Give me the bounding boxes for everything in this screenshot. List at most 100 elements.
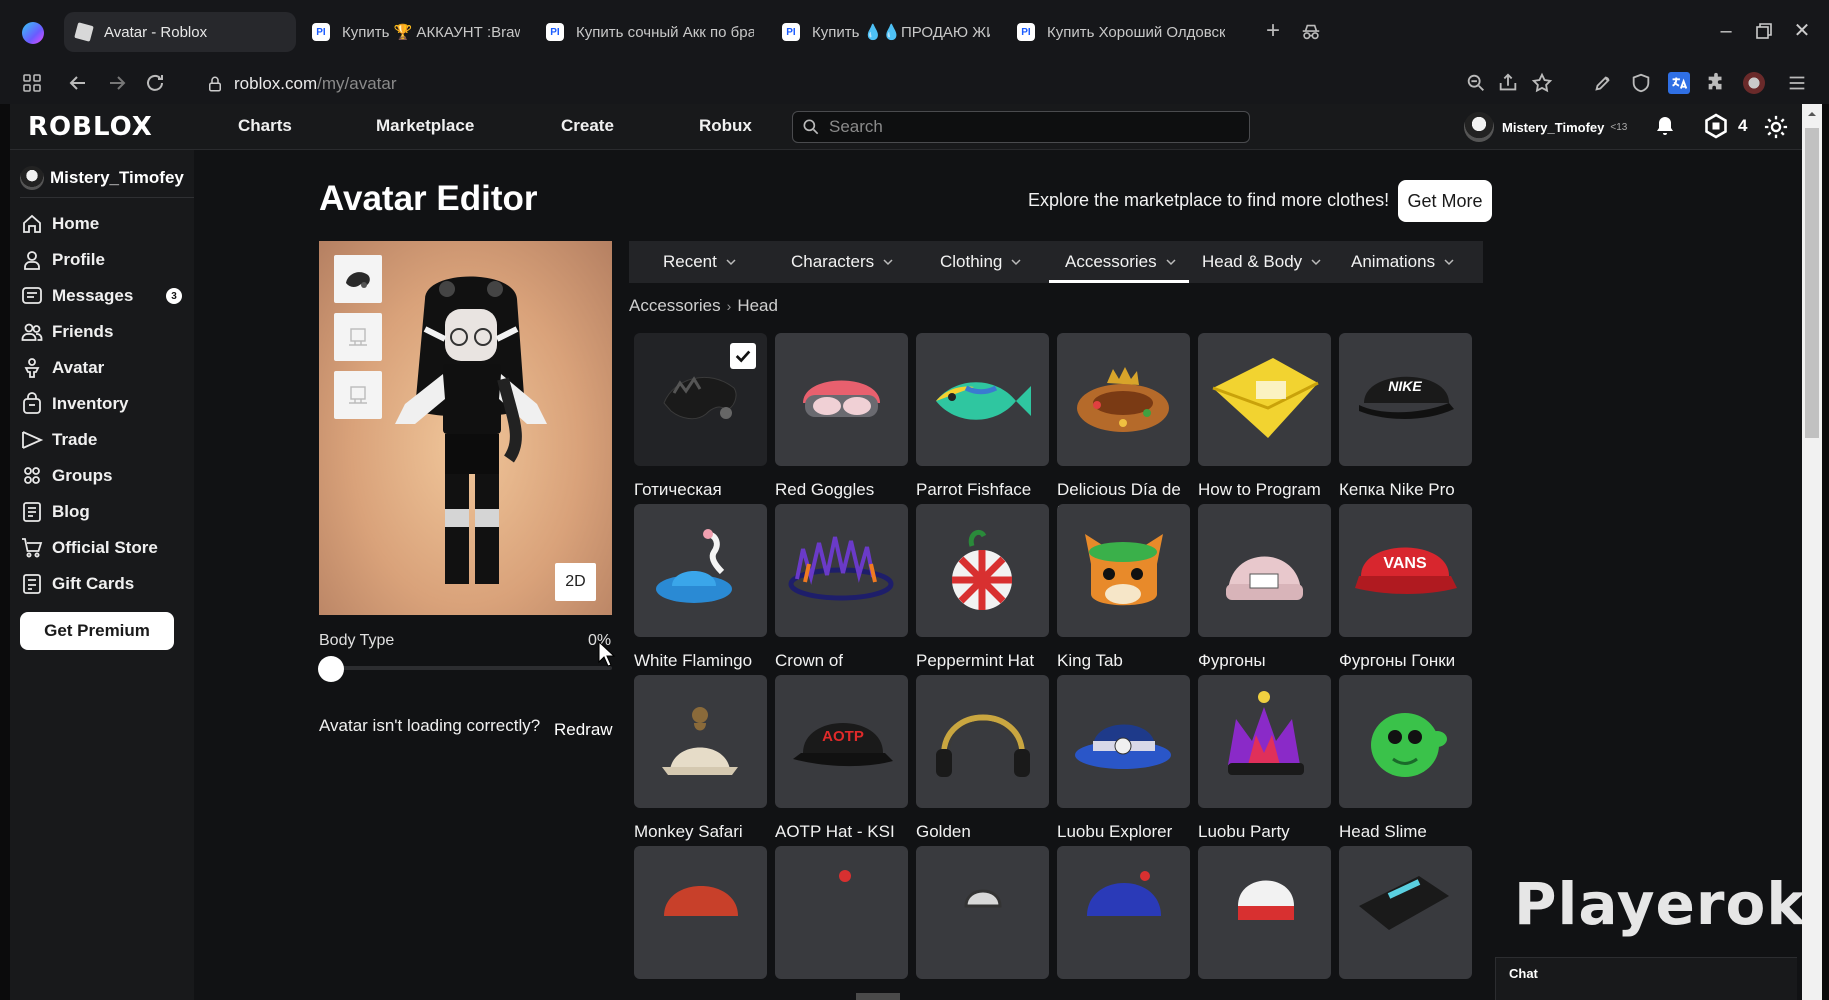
tab-playerok-4[interactable]: PI Купить Хороший Олдовский [1005, 12, 1237, 52]
item-card[interactable]: Head Slime [1339, 675, 1474, 866]
item-card[interactable] [775, 846, 910, 1000]
robux-balance[interactable]: 4 [1702, 112, 1747, 140]
reload-icon[interactable] [143, 71, 167, 95]
body-type-slider-track[interactable] [325, 666, 612, 670]
item-card[interactable] [1057, 846, 1192, 1000]
item-thumbnail [1339, 675, 1472, 808]
profile-avatar-icon[interactable] [1743, 72, 1765, 94]
forward-icon[interactable] [105, 71, 129, 95]
sidebar-item-avatar[interactable]: Avatar [20, 352, 192, 384]
item-grid: Готическая корона эльфов Red Goggles Hel… [634, 333, 1494, 1000]
item-card[interactable]: King Tab [1057, 504, 1192, 695]
nav-marketplace[interactable]: Marketplace [376, 116, 474, 136]
avatar [1464, 112, 1494, 142]
playerok-favicon-icon: PI [782, 23, 800, 41]
minimize-icon[interactable]: – [1713, 18, 1739, 44]
url-field[interactable]: roblox.com/my/avatar [206, 68, 397, 100]
item-card[interactable]: Parrot Fishface [916, 333, 1051, 524]
settings-gear-icon[interactable] [1762, 113, 1790, 141]
sidebar-item-blog[interactable]: Blog [20, 496, 192, 528]
menu-icon[interactable] [1786, 72, 1808, 94]
sidebar-item-official-store[interactable]: Official Store [20, 532, 192, 564]
item-card[interactable] [1198, 846, 1333, 1000]
tab-playerok-3[interactable]: PI Купить 💧💧ПРОДАЮ ЖИРНЫЙ [770, 12, 1002, 52]
close-icon[interactable]: ✕ [1789, 18, 1815, 44]
rocket-icon[interactable] [1592, 72, 1614, 94]
nav-charts[interactable]: Charts [238, 116, 292, 136]
scroll-up-arrow-icon[interactable] [1802, 104, 1822, 124]
nav-create[interactable]: Create [561, 116, 614, 136]
search-input[interactable] [829, 117, 1209, 137]
item-card[interactable]: Фургоны Розовый... [1198, 504, 1333, 695]
notifications-bell-icon[interactable] [1653, 114, 1677, 138]
tab-accessories[interactable]: Accessories [1049, 241, 1189, 283]
item-card[interactable]: Delicious Día de los Reyes Hat [1057, 333, 1192, 524]
apps-grid-icon[interactable] [20, 71, 44, 95]
sidebar-username: Mistery_Timofey [50, 167, 184, 187]
search-box[interactable] [792, 111, 1250, 143]
redraw-link[interactable]: Redraw [554, 720, 613, 740]
item-card[interactable]: Готическая корона эльфов [634, 333, 769, 524]
equipped-slot-empty[interactable] [334, 313, 382, 361]
sidebar-item-inventory[interactable]: Inventory [20, 388, 192, 420]
tab-playerok-1[interactable]: PI Купить 🏆 АККАУНТ :Brawl Stars [300, 12, 532, 52]
roblox-logo[interactable]: ROBLOX [28, 112, 153, 142]
sidebar-item-messages[interactable]: Messages 3 [20, 280, 192, 312]
bookmark-star-icon[interactable] [1531, 72, 1553, 94]
item-card[interactable] [1339, 846, 1474, 1000]
item-card[interactable] [916, 846, 1051, 1000]
equipped-slot-empty[interactable] [334, 371, 382, 419]
equipped-slot-hair[interactable] [334, 255, 382, 303]
zoom-out-icon[interactable] [1465, 72, 1487, 94]
tab-avatar-roblox[interactable]: Avatar - Roblox [64, 12, 296, 52]
get-more-button[interactable]: Get More [1398, 180, 1492, 222]
sidebar-item-gift-cards[interactable]: Gift Cards [20, 568, 192, 600]
item-card[interactable]: Red Goggles Helmet [775, 333, 910, 524]
header-user[interactable]: Mistery_Timofey <13 [1464, 112, 1627, 142]
incognito-icon[interactable] [1300, 21, 1322, 43]
item-card[interactable]: Luobu Explorer Hat [1057, 675, 1192, 866]
sidebar-item-friends[interactable]: Friends [20, 316, 192, 348]
shield-icon[interactable] [1630, 72, 1652, 94]
item-card[interactable]: AOTP AOTP Hat - KSI [775, 675, 910, 866]
item-logo-text: VANS [1383, 555, 1427, 572]
tab-playerok-2[interactable]: PI Купить сочный Акк по бравл [534, 12, 766, 52]
body-type-slider-handle[interactable] [318, 656, 344, 682]
tab-label: Clothing [940, 252, 1003, 271]
get-premium-button[interactable]: Get Premium [20, 612, 174, 650]
body-type-label: Body Type [319, 632, 395, 649]
tab-label: Recent [663, 252, 717, 271]
item-card[interactable]: Luobu Party Crown [1198, 675, 1333, 866]
sidebar-user[interactable]: Mistery_Timofey [20, 158, 194, 198]
share-icon[interactable] [1497, 72, 1519, 94]
tab-recent[interactable]: Recent [663, 241, 737, 283]
translate-icon[interactable] [1668, 72, 1690, 94]
tab-head-body[interactable]: Head & Body [1202, 241, 1322, 283]
item-card[interactable]: Golden Headphones -... [916, 675, 1051, 866]
item-card[interactable]: Peppermint Hat [916, 504, 1051, 695]
browser-logo-icon[interactable] [22, 22, 44, 44]
new-tab-icon[interactable]: + [1262, 19, 1284, 43]
item-card[interactable]: NIKE Кепка Nike Pro [1339, 333, 1474, 524]
extensions-icon[interactable] [1705, 72, 1727, 94]
item-card[interactable]: Monkey Safari Hat [634, 675, 769, 866]
sidebar-item-trade[interactable]: Trade [20, 424, 192, 456]
tab-animations[interactable]: Animations [1351, 241, 1455, 283]
item-card[interactable]: VANS Фургоны Гонки Красное... [1339, 504, 1474, 695]
item-card[interactable]: Crown of Electrifying... [775, 504, 910, 695]
toggle-2d-button[interactable]: 2D [555, 563, 596, 601]
item-card[interactable] [634, 846, 769, 1000]
item-card[interactable]: How to Program BASIC [1198, 333, 1333, 524]
tab-characters[interactable]: Characters [791, 241, 894, 283]
sidebar-item-home[interactable]: Home [20, 208, 192, 240]
back-icon[interactable] [66, 71, 90, 95]
nav-robux[interactable]: Robux [699, 116, 752, 136]
scrollbar-thumb[interactable] [1805, 128, 1819, 438]
sidebar-item-profile[interactable]: Profile [20, 244, 192, 276]
sidebar-item-groups[interactable]: Groups [20, 460, 192, 492]
item-card[interactable]: White Flamingo Fedora [634, 504, 769, 695]
chat-panel[interactable]: Chat [1495, 957, 1797, 1000]
tab-clothing[interactable]: Clothing [940, 241, 1022, 283]
breadcrumb-accessories[interactable]: Accessories [629, 296, 721, 316]
restore-icon[interactable] [1751, 18, 1777, 44]
